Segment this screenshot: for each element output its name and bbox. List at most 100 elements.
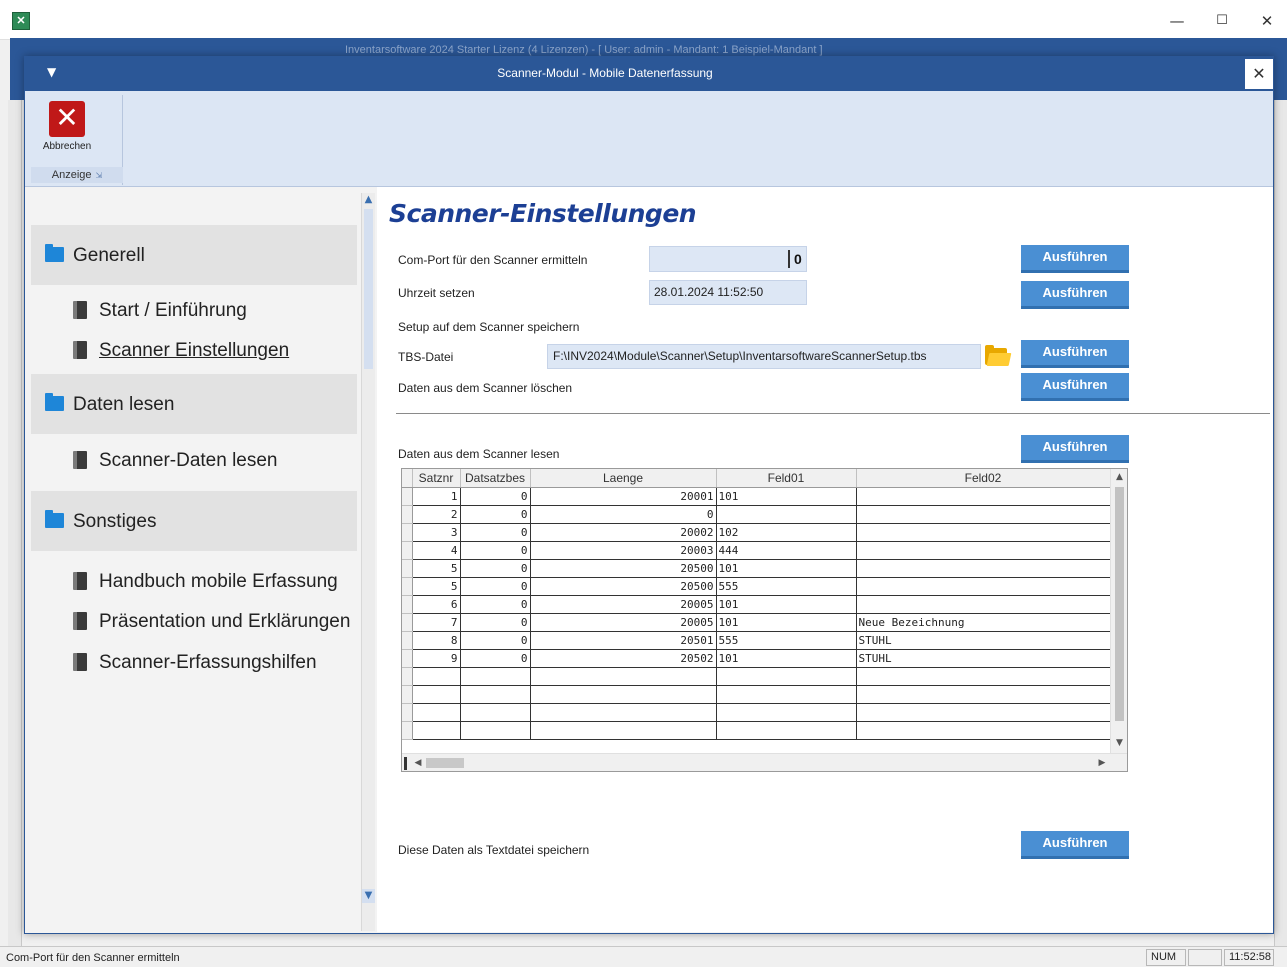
grid-header-satznr[interactable]: Satznr [412,469,461,488]
cell-satznr [412,703,461,722]
table-row[interactable]: 3 0 20002 102 [402,523,1111,542]
com-port-field[interactable]: 0 [649,246,807,272]
time-field[interactable]: 28.01.2024 11:52:50 [649,280,807,305]
grid-vertical-scrollbar-thumb[interactable] [1115,487,1124,721]
cell-datsatzbes: 0 [460,541,531,560]
row-header[interactable] [402,649,413,668]
table-row[interactable] [402,685,1111,704]
dialog-close-button[interactable]: ✕ [1245,59,1273,89]
nav-item-label: Präsentation und Erklärungen [99,611,351,632]
cell-datsatzbes: 0 [460,487,531,506]
read-data-label: Daten aus dem Scanner lesen [398,447,560,461]
nav-section-daten-lesen[interactable]: Daten lesen [31,374,357,434]
delete-execute-button[interactable]: Ausführen [1021,373,1129,401]
outer-window-titlebar: ✕ — ☐ ✕ [0,0,1287,40]
row-header[interactable] [402,595,413,614]
cell-satznr [412,667,461,686]
cell-datsatzbes [460,703,531,722]
setup-execute-button[interactable]: Ausführen [1021,340,1129,368]
grid-horizontal-scrollbar-thumb[interactable] [426,758,464,768]
row-header[interactable] [402,505,413,524]
nav-scrollbar-thumb[interactable] [364,209,373,369]
row-header[interactable] [402,559,413,578]
minimize-button[interactable]: — [1162,10,1192,32]
row-header[interactable] [402,721,413,740]
table-row[interactable]: 8 0 20501 555 STUHL [402,631,1111,650]
chevron-right-icon[interactable]: ▶ [1094,754,1110,771]
table-row[interactable] [402,721,1111,740]
abort-button[interactable]: ✕ Abbrechen [33,97,101,157]
dialog-launcher-icon[interactable]: ⇲ [96,171,103,180]
cell-feld01: 101 [716,487,857,506]
delete-data-label: Daten aus dem Scanner löschen [398,381,573,395]
chevron-down-icon[interactable]: ▼ [1111,735,1127,751]
chevron-up-icon[interactable]: ▲ [1111,469,1127,485]
table-row[interactable] [402,667,1111,686]
time-execute-button[interactable]: Ausführen [1021,281,1129,309]
save-execute-button[interactable]: Ausführen [1021,831,1129,859]
folder-icon [45,244,64,262]
table-row[interactable]: 200 [402,505,1111,524]
cell-feld01: 444 [716,541,857,560]
table-row[interactable]: 9 0 20502 101 STUHL [402,649,1111,668]
cell-satznr [412,721,461,740]
navigation-panel: Generell Start / Einführung Scanner Eins… [31,193,375,931]
dialog-title: Scanner-Modul - Mobile Datenerfassung [497,66,713,80]
scanner-data-grid[interactable]: Satznr Datsatzbes Laenge Feld01 Feld02 1… [401,468,1128,772]
cell-datsatzbes: 0 [460,631,531,650]
cell-feld01 [716,703,857,722]
row-header[interactable] [402,541,413,560]
row-header[interactable] [402,613,413,632]
nav-scrollbar[interactable]: ▲ ▼ [361,193,375,931]
table-row[interactable]: 6 0 20005 101 [402,595,1111,614]
grid-header-feld02[interactable]: Feld02 [856,469,1111,488]
cell-satznr: 5 [412,577,461,596]
cell-satznr: 5 [412,559,461,578]
cell-laenge [530,703,717,722]
grid-header-row: Satznr Datsatzbes Laenge Feld01 Feld02 [402,469,1111,488]
window-close-button[interactable]: ✕ [1252,10,1282,32]
table-row[interactable]: 4 0 20003 444 [402,541,1111,560]
read-execute-button[interactable]: Ausführen [1021,435,1129,463]
table-row[interactable]: 5 0 20500 555 [402,577,1111,596]
cell-laenge [530,667,717,686]
open-folder-icon[interactable] [985,345,1012,367]
scanner-data-table: Satznr Datsatzbes Laenge Feld01 Feld02 1… [402,469,1111,740]
grid-vertical-scrollbar[interactable]: ▲ ▼ [1110,469,1127,753]
grid-horizontal-scrollbar[interactable]: ◀ ▶ [402,753,1127,771]
cell-feld01: 101 [716,649,857,668]
com-port-execute-button[interactable]: Ausführen [1021,245,1129,273]
row-header[interactable] [402,667,413,686]
nav-section-sonstiges[interactable]: Sonstiges [31,491,357,551]
chevron-down-icon[interactable]: ▼ [362,889,375,903]
cell-satznr: 2 [412,505,461,524]
table-row[interactable]: 7 0 20005 101 Neue Bezeichnung [402,613,1111,632]
table-row[interactable] [402,703,1111,722]
cell-laenge [530,721,717,740]
ribbon-group-anzeige: ✕ Abbrechen Anzeige ⇲ [31,95,123,185]
row-header[interactable] [402,631,413,650]
row-header[interactable] [402,487,413,506]
grid-header-datsatzbes[interactable]: Datsatzbes [460,469,531,488]
maximize-button[interactable]: ☐ [1207,10,1237,32]
section-divider [396,413,1270,414]
chevron-left-icon[interactable]: ◀ [410,754,426,771]
grid-header-laenge[interactable]: Laenge [530,469,717,488]
chevron-up-icon[interactable]: ▲ [362,193,375,207]
grid-header-feld01[interactable]: Feld01 [716,469,857,488]
cell-datsatzbes: 0 [460,523,531,542]
table-row[interactable]: 5 0 20500 101 [402,559,1111,578]
row-header[interactable] [402,703,413,722]
background-app-title: Inventarsoftware 2024 Starter Lizenz (4 … [345,44,823,56]
row-header[interactable] [402,523,413,542]
cell-laenge: 20501 [530,631,717,650]
nav-section-generell[interactable]: Generell [31,225,357,285]
status-empty-cell [1188,949,1222,966]
row-header[interactable] [402,577,413,596]
row-header[interactable] [402,685,413,704]
cell-feld02 [856,595,1111,614]
com-port-value: 0 [794,251,802,267]
cell-feld02 [856,523,1111,542]
tbs-file-field[interactable]: F:\INV2024\Module\Scanner\Setup\Inventar… [547,344,981,369]
table-row[interactable]: 1 0 20001 101 [402,487,1111,506]
